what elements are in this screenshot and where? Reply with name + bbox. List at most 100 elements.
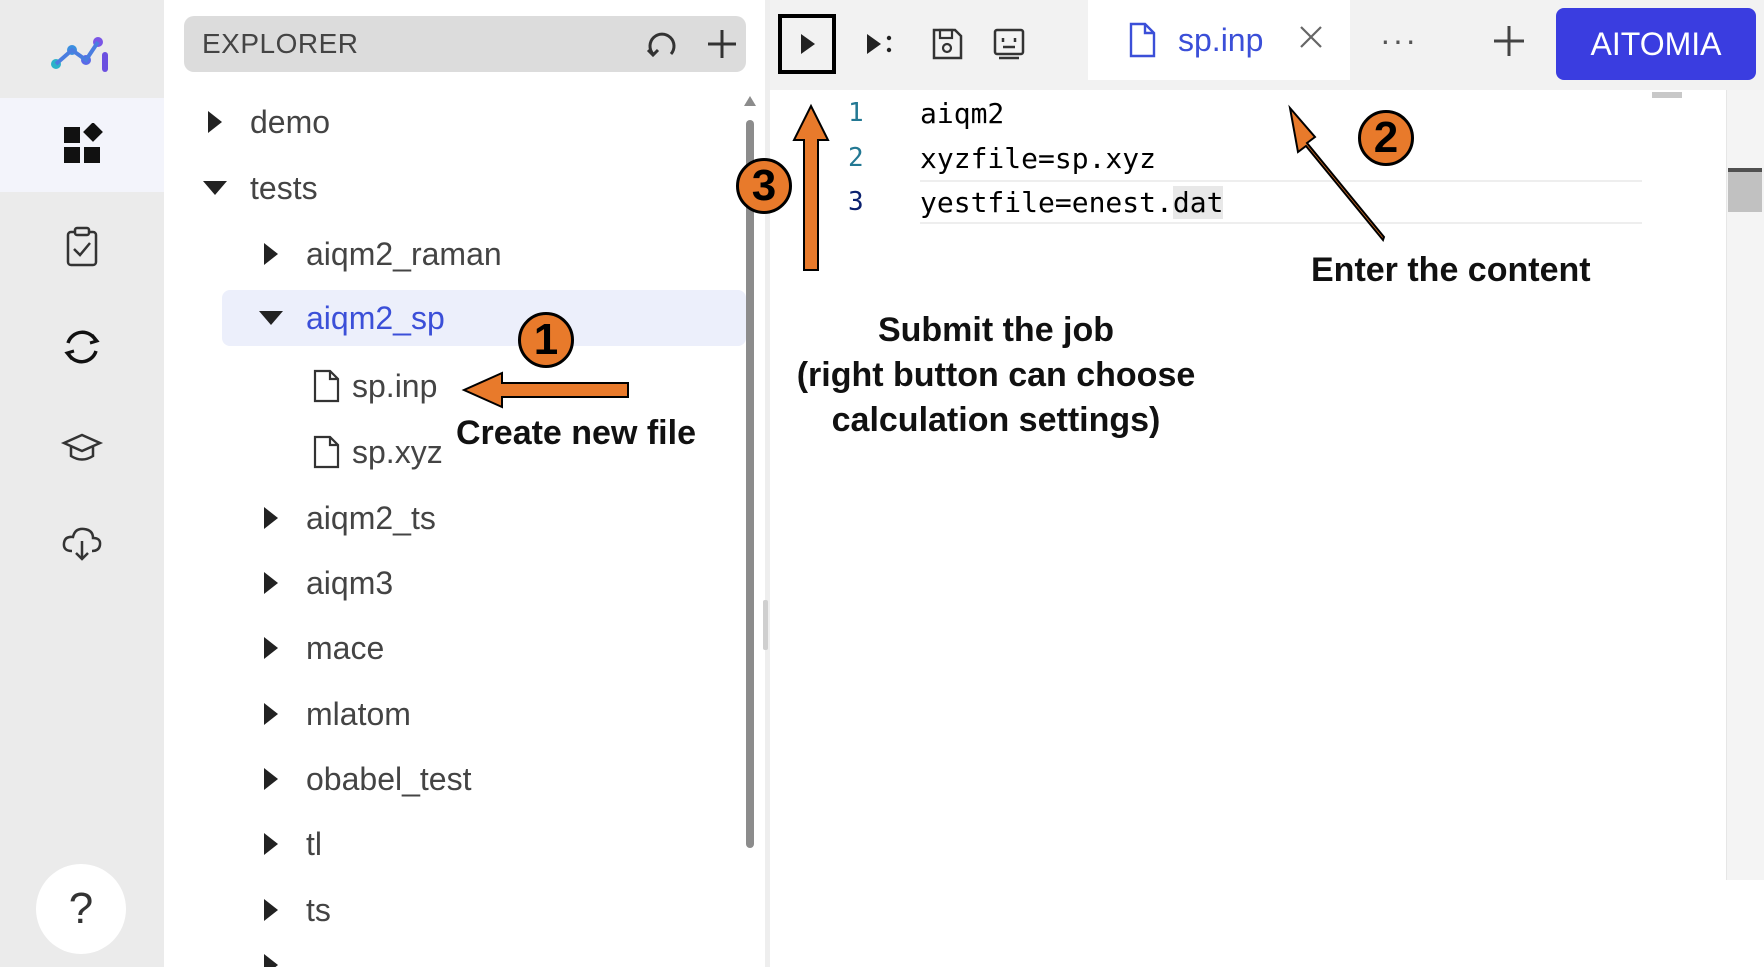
tree-folder-tests[interactable]: tests [200, 160, 318, 216]
file-icon [313, 435, 340, 469]
tree-label: aiqm2_ts [306, 499, 436, 536]
help-label: ? [68, 884, 94, 933]
code-line-2[interactable]: 2 xyzfile=sp.xyz [770, 136, 1670, 180]
tree-folder-obabel-test[interactable]: obabel_test [256, 751, 471, 807]
refresh-icon[interactable] [644, 26, 680, 62]
code-text-plain: yestfile=enest. [920, 185, 1173, 219]
code-line-3[interactable]: 3 yestfile=enest.dat [770, 180, 1670, 224]
tree-label: mace [306, 629, 385, 666]
annotation-submit-line-3: calculation settings) [831, 401, 1161, 439]
tree-file-sp-inp[interactable]: sp.inp [310, 358, 437, 414]
badge-label: 1 [533, 315, 559, 364]
activity-tasks[interactable] [0, 200, 164, 294]
caret-right-icon [264, 833, 278, 855]
tree-label: aiqm3 [306, 564, 394, 601]
play-settings-icon [867, 34, 892, 54]
line-number: 1 [848, 98, 864, 128]
save-icon [932, 28, 963, 60]
save-button[interactable] [918, 14, 976, 74]
editor-scrollbar-thumb[interactable] [1728, 172, 1762, 212]
code-text-selected: dat [1172, 185, 1224, 219]
new-tab-plus-icon[interactable] [1490, 22, 1528, 60]
caret-right-icon [264, 637, 278, 659]
play-icon [801, 34, 815, 54]
editor-scrollbar[interactable] [1726, 90, 1764, 967]
tree-label: sp.xyz [352, 433, 443, 470]
step-badge-1: 1 [518, 312, 574, 368]
file-icon [1129, 22, 1156, 58]
tree-file-sp-xyz[interactable]: sp.xyz [310, 424, 443, 480]
run-settings-button[interactable] [850, 14, 908, 74]
annotation-submit-line-2: (right button can choose [796, 356, 1196, 394]
code-text: yestfile=enest.dat [920, 185, 1224, 219]
graduation-cap-icon [60, 433, 104, 461]
caret-right-icon [208, 111, 222, 133]
tree-row-partial [256, 950, 456, 967]
tree-label: tl [306, 825, 322, 862]
tree-label: obabel_test [306, 760, 472, 797]
tree-label: ts [306, 891, 331, 928]
code-line-1[interactable]: 1 aiqm2 [770, 91, 1670, 135]
sync-icon [64, 330, 100, 364]
extensions-icon [64, 123, 103, 163]
line-number: 3 [848, 187, 864, 217]
tree-folder-demo[interactable]: demo [200, 94, 330, 150]
clipboard-check-icon [66, 226, 98, 267]
tree-folder-aiqm2-sp[interactable]: aiqm2_sp [222, 290, 746, 346]
tree-label: aiqm2_raman [306, 235, 502, 272]
tree-folder-tl[interactable]: tl [256, 816, 322, 872]
line-number: 2 [848, 143, 864, 173]
new-file-plus-icon[interactable] [704, 26, 740, 62]
run-button[interactable] [778, 14, 836, 74]
tree-folder-mlatom[interactable]: mlatom [256, 686, 411, 742]
aitomia-button[interactable]: AITOMIA [1556, 8, 1756, 80]
terminal-icon [993, 28, 1025, 60]
caret-right-icon [264, 572, 278, 594]
minimap[interactable] [1652, 92, 1682, 98]
help-button[interactable]: ? [36, 864, 126, 954]
annotation-create-file: Create new file [456, 414, 696, 452]
caret-right-icon [264, 899, 278, 921]
activity-extensions[interactable] [0, 98, 164, 192]
tree-label: sp.inp [352, 367, 438, 404]
editor-toolbar: sp.inp ··· AITOMIA [770, 0, 1764, 90]
caret-right-icon [264, 243, 278, 265]
explorer-scroll-up-icon[interactable] [744, 96, 756, 106]
close-icon[interactable] [1296, 22, 1326, 52]
caret-right-icon [264, 703, 278, 725]
activity-sync[interactable] [0, 300, 164, 394]
explorer-panel: EXPLORER demo tests aiqm2_raman aiqm2_sp… [164, 0, 766, 967]
annotation-submit-line-1: Submit the job [877, 311, 1115, 349]
badge-label: 3 [751, 161, 777, 210]
caret-right-icon [264, 768, 278, 790]
step-badge-2: 2 [1358, 110, 1414, 166]
tree-label: demo [250, 103, 331, 140]
file-icon [313, 369, 340, 403]
caret-down-icon [203, 181, 227, 195]
tree-label: aiqm2_sp [306, 299, 445, 336]
panel-divider-handle[interactable] [763, 600, 768, 650]
caret-right-icon [264, 507, 278, 529]
editor-scrollbar-end [1726, 880, 1764, 967]
activity-bar: ? [0, 0, 164, 967]
aitomia-label: AITOMIA [1590, 25, 1722, 62]
tree-folder-aiqm3[interactable]: aiqm3 [256, 555, 393, 611]
activity-cloud[interactable] [0, 496, 164, 590]
tree-folder-aiqm2-raman[interactable]: aiqm2_raman [256, 226, 502, 282]
explorer-scrollbar[interactable] [746, 120, 754, 848]
code-text: xyzfile=sp.xyz [920, 141, 1157, 175]
step-badge-3: 3 [736, 158, 792, 214]
tree-label: tests [250, 169, 318, 206]
code-text: aiqm2 [920, 96, 1005, 130]
tree-folder-mace[interactable]: mace [256, 620, 384, 676]
terminal-button[interactable] [980, 14, 1038, 74]
logo-icon [51, 37, 108, 72]
tree-folder-aiqm2-ts[interactable]: aiqm2_ts [256, 490, 436, 546]
tab-sp-inp[interactable]: sp.inp [1088, 0, 1350, 80]
explorer-header: EXPLORER [184, 16, 746, 72]
annotation-enter-content: Enter the content [1311, 251, 1591, 289]
explorer-title: EXPLORER [202, 28, 359, 59]
activity-learn[interactable] [0, 400, 164, 494]
tree-folder-ts[interactable]: ts [256, 882, 331, 938]
more-actions-button[interactable]: ··· [1380, 22, 1418, 59]
